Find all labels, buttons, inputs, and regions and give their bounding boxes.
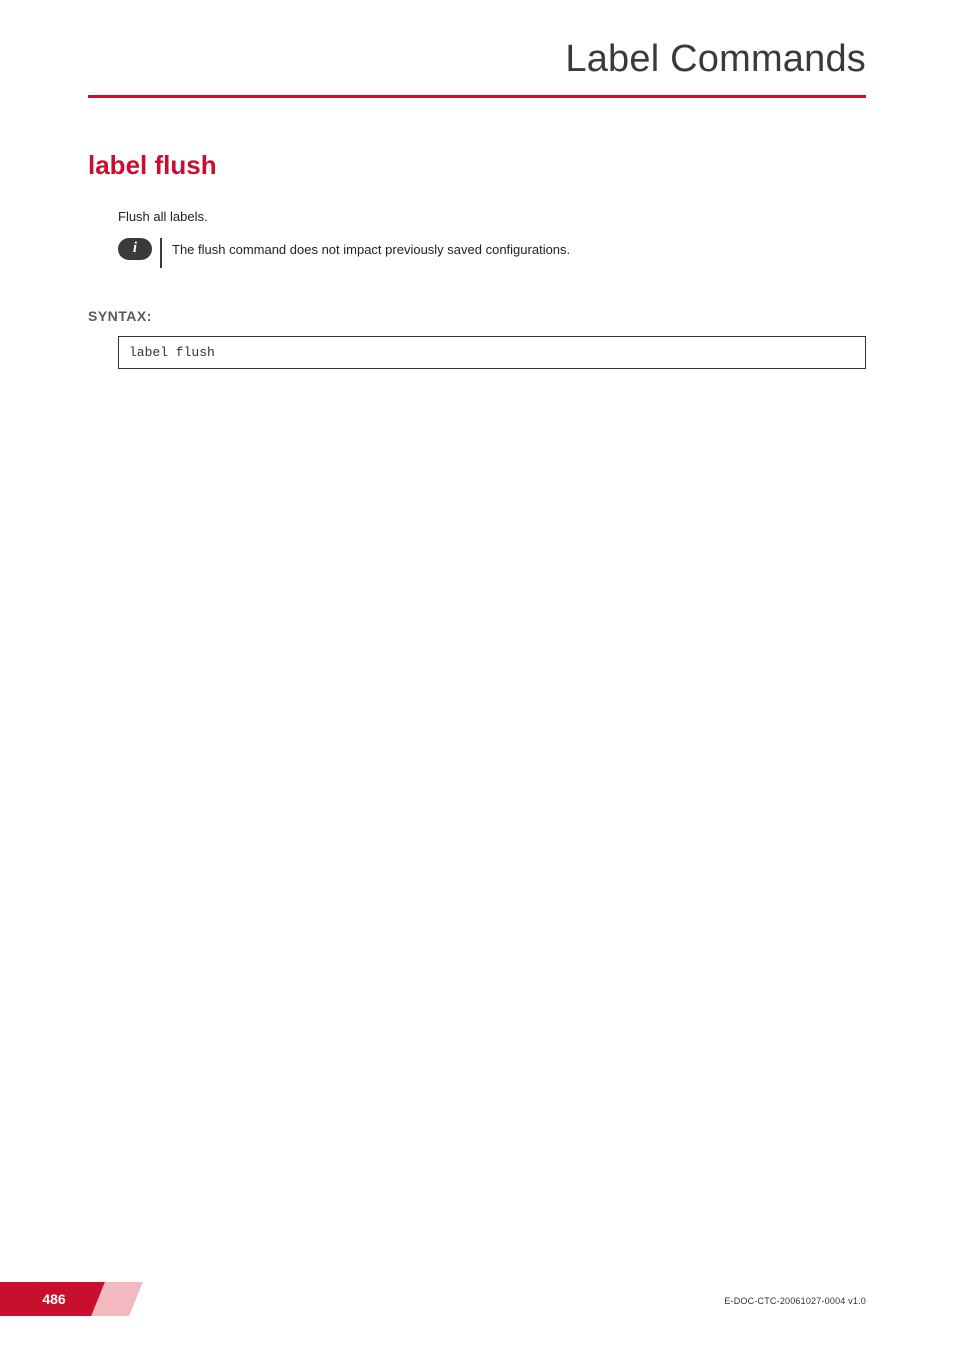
syntax-codebox: label flush — [118, 336, 866, 369]
syntax-heading: SYNTAX: — [88, 308, 866, 324]
note-text: The flush command does not impact previo… — [172, 238, 570, 257]
document-id: E-DOC-CTC-20061027-0004 v1.0 — [724, 1296, 866, 1306]
chapter-title: Label Commands — [88, 38, 866, 81]
info-note: The flush command does not impact previo… — [118, 238, 866, 268]
info-icon — [118, 238, 152, 260]
command-intro: Flush all labels. — [118, 209, 866, 224]
page-number-tab: 486 — [0, 1282, 136, 1316]
header-rule — [88, 95, 866, 98]
command-title: label flush — [88, 150, 866, 181]
note-separator — [160, 238, 162, 268]
